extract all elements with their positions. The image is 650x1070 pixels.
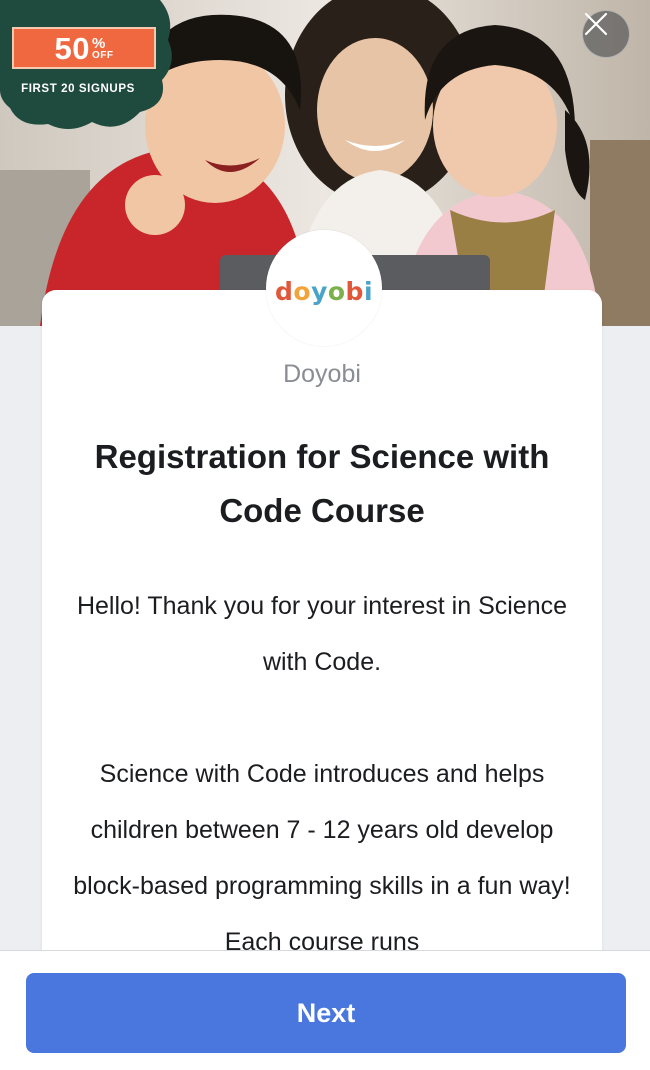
org-name: Doyobi bbox=[283, 360, 361, 388]
form-card: Doyobi Registration for Science with Cod… bbox=[42, 290, 602, 990]
description-paragraph-2: Science with Code introduces and helps c… bbox=[73, 760, 571, 956]
logo-letter: y bbox=[311, 276, 328, 306]
logo-letter: d bbox=[274, 276, 294, 306]
logo-letter: o bbox=[327, 276, 346, 306]
promo-discount-value: 50 bbox=[54, 30, 90, 66]
close-button[interactable] bbox=[582, 10, 630, 58]
logo-letter: o bbox=[293, 276, 312, 306]
footer-bar: Next bbox=[0, 950, 650, 1070]
promo-badge: 50 % OFF FIRST 20 SIGNUPS bbox=[0, 0, 175, 135]
promo-discount: 50 % OFF bbox=[12, 27, 156, 69]
promo-signups-label: FIRST 20 SIGNUPS bbox=[21, 83, 135, 95]
description-paragraph-1: Hello! Thank you for your interest in Sc… bbox=[76, 592, 568, 676]
form-title: Registration for Science with Code Cours… bbox=[94, 438, 550, 529]
close-icon bbox=[584, 12, 608, 36]
logo-wordmark: doyobi bbox=[275, 277, 373, 306]
promo-percent-sign: % bbox=[91, 34, 106, 52]
form-description: Hello! Thank you for your interest in Sc… bbox=[64, 578, 580, 970]
registration-form-page: 50 % OFF FIRST 20 SIGNUPS doyobi Doyobi … bbox=[0, 0, 650, 1070]
promo-off-label: OFF bbox=[91, 49, 114, 61]
org-logo: doyobi bbox=[266, 230, 382, 346]
next-button[interactable]: Next bbox=[26, 973, 626, 1053]
logo-letter: b bbox=[345, 276, 364, 306]
logo-letter: i bbox=[363, 276, 374, 306]
